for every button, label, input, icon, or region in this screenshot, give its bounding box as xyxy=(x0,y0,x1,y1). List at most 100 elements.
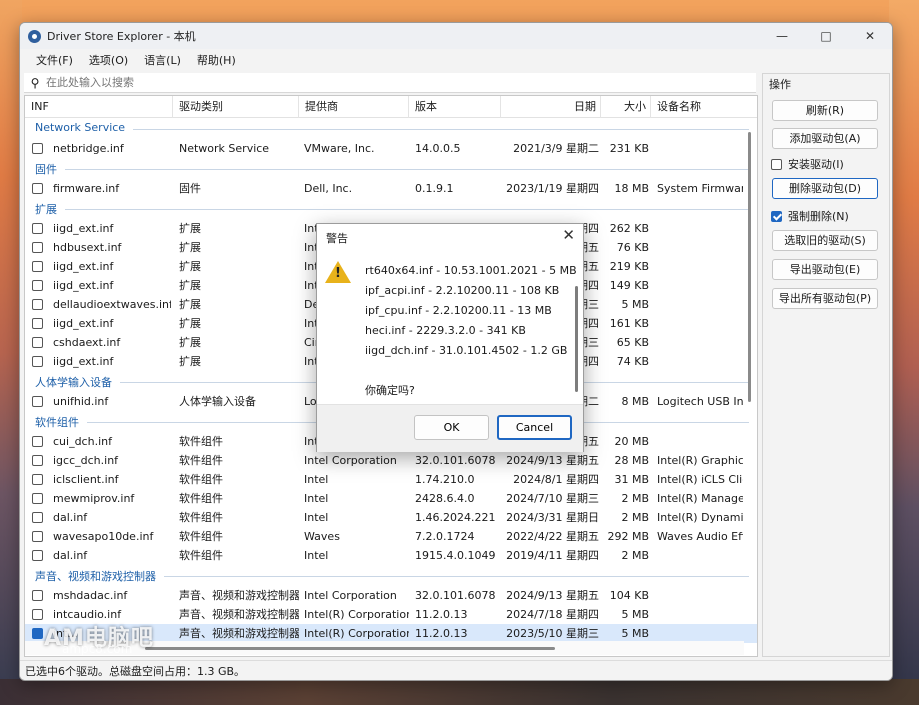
table-row[interactable]: igcc_dch.inf 软件组件 Intel Corporation 32.0.10… xyxy=(25,451,757,470)
row-checkbox[interactable] xyxy=(32,512,43,523)
cell-provider: Waves xyxy=(304,530,340,543)
export-driver-button[interactable]: 导出驱动包(E) xyxy=(772,259,878,280)
row-checkbox[interactable] xyxy=(32,550,43,561)
ok-button[interactable]: OK xyxy=(414,415,489,440)
cell-inf: iigd_ext.inf xyxy=(53,279,114,292)
group-header: Network Service xyxy=(25,118,757,139)
column-inf[interactable]: INF xyxy=(25,96,173,118)
vertical-scrollbar[interactable] xyxy=(744,118,756,638)
cell-device xyxy=(657,295,743,314)
cell-inf: mshdadac.inf xyxy=(53,589,128,602)
menu-bar: 文件(F) 选项(O) 语言(L) 帮助(H) xyxy=(20,49,892,71)
cell-device xyxy=(657,139,743,158)
row-checkbox[interactable] xyxy=(32,143,43,154)
table-row[interactable]: mshdadac.inf 声音、视频和游戏控制器 Intel Corporation… xyxy=(25,586,757,605)
cell-inf: iigd_ext.inf xyxy=(53,222,114,235)
menu-help[interactable]: 帮助(H) xyxy=(189,52,244,68)
install-driver-checkbox[interactable]: 安装驱动(I) xyxy=(771,156,844,172)
row-checkbox[interactable] xyxy=(32,299,43,310)
search-input[interactable] xyxy=(46,76,726,89)
cell-class: 扩展 xyxy=(179,241,201,254)
close-button[interactable]: ✕ xyxy=(848,23,892,49)
column-provider[interactable]: 提供商 xyxy=(299,96,409,118)
row-checkbox[interactable] xyxy=(32,280,43,291)
cell-provider: Intel xyxy=(304,492,329,505)
row-checkbox[interactable] xyxy=(32,242,43,253)
cell-size: 2 MB xyxy=(621,492,649,505)
table-row[interactable]: mewmiprov.inf 软件组件 Intel 2428.6.4.0 2024/7/1… xyxy=(25,489,757,508)
cell-date: 2024/9/13 星期五 xyxy=(506,454,599,467)
force-delete-checkbox-box[interactable] xyxy=(771,210,782,222)
table-row[interactable]: dal.inf 软件组件 Intel 1.46.2024.221 2024/3/31 星… xyxy=(25,508,757,527)
cell-version: 32.0.101.6078 xyxy=(415,589,496,602)
row-checkbox[interactable] xyxy=(32,318,43,329)
cell-inf: dal.inf xyxy=(53,511,88,524)
menu-language[interactable]: 语言(L) xyxy=(136,52,189,68)
group-label: 人体学输入设备 xyxy=(35,376,112,389)
maximize-button[interactable]: □ xyxy=(804,23,848,49)
dialog-scroll-thumb[interactable] xyxy=(575,286,578,392)
cell-inf: hdbusext.inf xyxy=(53,241,122,254)
row-checkbox[interactable] xyxy=(32,531,43,542)
cell-device: Logitech USB Inp xyxy=(657,395,743,408)
row-checkbox[interactable] xyxy=(32,474,43,485)
column-date[interactable]: 日期 xyxy=(501,96,601,118)
cell-device: System Firmware xyxy=(657,182,743,195)
cell-class: 扩展 xyxy=(179,298,201,311)
table-row[interactable]: wavesapo10de.inf 软件组件 Waves 7.2.0.1724 2022/… xyxy=(25,527,757,546)
cancel-button[interactable]: Cancel xyxy=(497,415,572,440)
install-checkbox-box[interactable] xyxy=(771,158,782,170)
column-device[interactable]: 设备名称 xyxy=(651,96,744,118)
column-size[interactable]: 大小 xyxy=(601,96,651,118)
row-checkbox[interactable] xyxy=(32,628,43,639)
cell-inf: igcc_dch.inf xyxy=(53,454,119,467)
row-checkbox[interactable] xyxy=(32,455,43,466)
cell-class: 软件组件 xyxy=(179,454,223,467)
cell-class: 声音、视频和游戏控制器 xyxy=(179,589,299,602)
cell-class: 扩展 xyxy=(179,355,201,368)
cell-date: 2024/9/13 星期五 xyxy=(506,589,599,602)
cell-size: 65 KB xyxy=(616,336,649,349)
table-row[interactable]: dal.inf 软件组件 Intel 1915.4.0.1049 2019/4/11 星… xyxy=(25,546,757,565)
row-checkbox[interactable] xyxy=(32,223,43,234)
cell-size: 5 MB xyxy=(621,608,649,621)
table-row[interactable]: iclsclient.inf 软件组件 Intel 1.74.210.0 2024/8/… xyxy=(25,470,757,489)
row-checkbox[interactable] xyxy=(32,436,43,447)
refresh-button[interactable]: 刷新(R) xyxy=(772,100,878,121)
cell-inf: netbridge.inf xyxy=(53,142,124,155)
table-row[interactable]: firmware.inf 固件 Dell, Inc. 0.1.9.1 2023/1/19… xyxy=(25,179,757,198)
dialog-line: ipf_cpu.inf - 2.2.10200.11 - 13 MB xyxy=(365,304,552,317)
row-checkbox[interactable] xyxy=(32,396,43,407)
force-delete-label: 强制删除(N) xyxy=(788,210,849,223)
row-checkbox[interactable] xyxy=(32,609,43,620)
cell-class: 软件组件 xyxy=(179,549,223,562)
cell-device xyxy=(657,257,743,276)
table-row[interactable]: netbridge.inf Network Service VMware, Inc.… xyxy=(25,139,757,158)
row-checkbox[interactable] xyxy=(32,590,43,601)
menu-file[interactable]: 文件(F) xyxy=(28,52,81,68)
force-delete-checkbox[interactable]: 强制删除(N) xyxy=(771,208,849,224)
menu-options[interactable]: 选项(O) xyxy=(81,52,136,68)
group-divider xyxy=(65,209,749,210)
row-checkbox[interactable] xyxy=(32,493,43,504)
group-label: 固件 xyxy=(35,163,57,176)
warning-dialog: 警告 ✕ ! rt640x64.inf - 10.53.1001.2021 - … xyxy=(316,223,584,452)
delete-driver-button[interactable]: 删除驱动包(D) xyxy=(772,178,878,199)
row-checkbox[interactable] xyxy=(32,337,43,348)
cell-size: 76 KB xyxy=(616,241,649,254)
row-checkbox[interactable] xyxy=(32,183,43,194)
export-all-drivers-button[interactable]: 导出所有驱动包(P) xyxy=(772,288,878,309)
horizontal-scroll-thumb[interactable] xyxy=(145,647,555,650)
cell-class: 扩展 xyxy=(179,222,201,235)
minimize-button[interactable]: — xyxy=(760,23,804,49)
select-old-drivers-button[interactable]: 选取旧的驱动(S) xyxy=(772,230,878,251)
cell-class: 软件组件 xyxy=(179,492,223,505)
row-checkbox[interactable] xyxy=(32,356,43,367)
column-version[interactable]: 版本 xyxy=(409,96,501,118)
cell-version: 1915.4.0.1049 xyxy=(415,549,496,562)
cell-provider: Intel xyxy=(304,549,329,562)
vertical-scroll-thumb[interactable] xyxy=(748,132,751,402)
row-checkbox[interactable] xyxy=(32,261,43,272)
dialog-close-icon[interactable]: ✕ xyxy=(562,226,575,244)
add-driver-button[interactable]: 添加驱动包(A) xyxy=(772,128,878,149)
